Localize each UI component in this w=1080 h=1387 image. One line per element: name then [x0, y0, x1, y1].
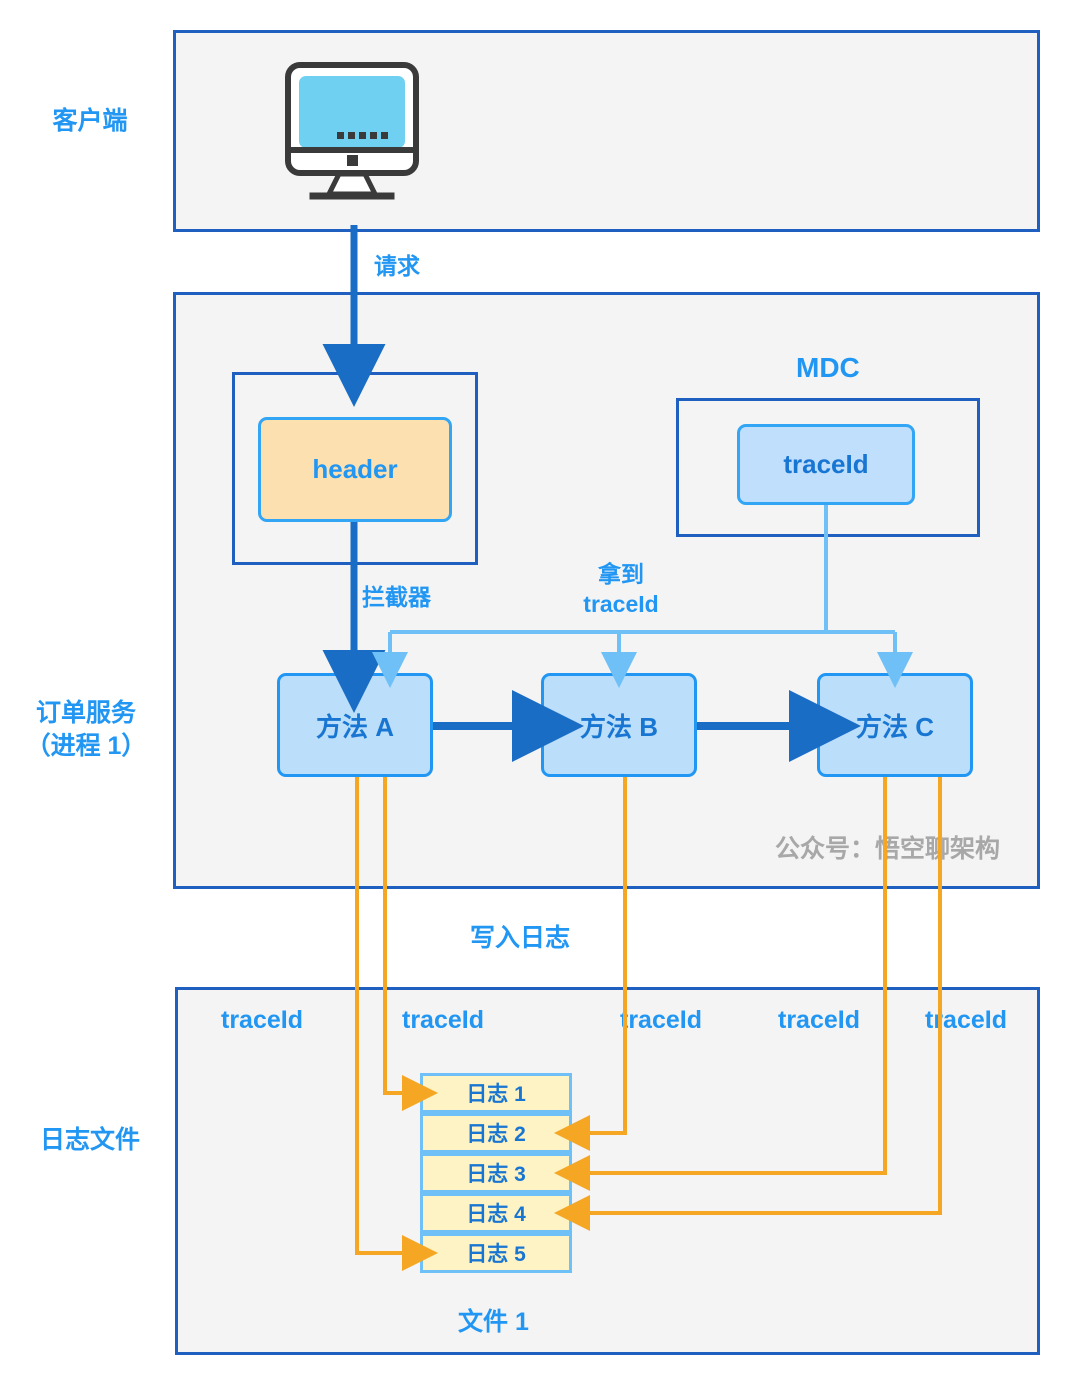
method-node-b: 方法 B — [541, 673, 697, 777]
log-stack: 日志 1 日志 2 日志 3 日志 4 日志 5 — [420, 1073, 572, 1275]
trace-tag-0: traceId — [221, 1006, 303, 1034]
log-row-2: 日志 2 — [420, 1113, 572, 1153]
edge-label-interceptor: 拦截器 — [362, 584, 431, 610]
watermark-text: 公众号：悟空聊架构 — [775, 835, 1001, 863]
lane-label-client: 客户端 — [20, 105, 160, 138]
edge-label-get-traceid-line1: 拿到 — [598, 561, 644, 587]
edge-label-write-log: 写入日志 — [470, 924, 571, 952]
trace-tag-3: traceId — [778, 1006, 860, 1034]
lane-label-order-service-line1: 订单服务 — [35, 699, 136, 727]
log-row-5: 日志 5 — [420, 1233, 572, 1273]
edge-label-get-traceid: 拿到 traceId — [566, 560, 676, 620]
file-label: 文件 1 — [458, 1308, 529, 1336]
lane-label-order-service: 订单服务 （进程 1） — [6, 697, 166, 763]
trace-tag-1: traceId — [402, 1006, 484, 1034]
method-node-a: 方法 A — [277, 673, 433, 777]
edge-label-request: 请求 — [374, 253, 420, 279]
lane-label-log-file-text: 日志文件 — [39, 1126, 140, 1154]
mdc-traceid-node: traceId — [737, 424, 915, 505]
monitor-icon — [285, 62, 419, 200]
lane-label-order-service-line2: （进程 1） — [25, 732, 147, 760]
trace-tag-4: traceId — [925, 1006, 1007, 1034]
log-file-panel — [175, 987, 1040, 1355]
lane-label-client-text: 客户端 — [52, 107, 128, 135]
header-node: header — [258, 417, 452, 522]
lane-label-log-file: 日志文件 — [20, 1124, 160, 1157]
trace-tag-2: traceId — [620, 1006, 702, 1034]
diagram-canvas: 客户端 订单服务 （进程 1） 日志文件 MDC header traceId … — [0, 0, 1080, 1387]
log-row-3: 日志 3 — [420, 1153, 572, 1193]
mdc-title: MDC — [796, 352, 860, 383]
edge-label-get-traceid-line2: traceId — [583, 590, 659, 617]
log-row-4: 日志 4 — [420, 1193, 572, 1233]
method-node-c: 方法 C — [817, 673, 973, 777]
log-row-1: 日志 1 — [420, 1073, 572, 1113]
